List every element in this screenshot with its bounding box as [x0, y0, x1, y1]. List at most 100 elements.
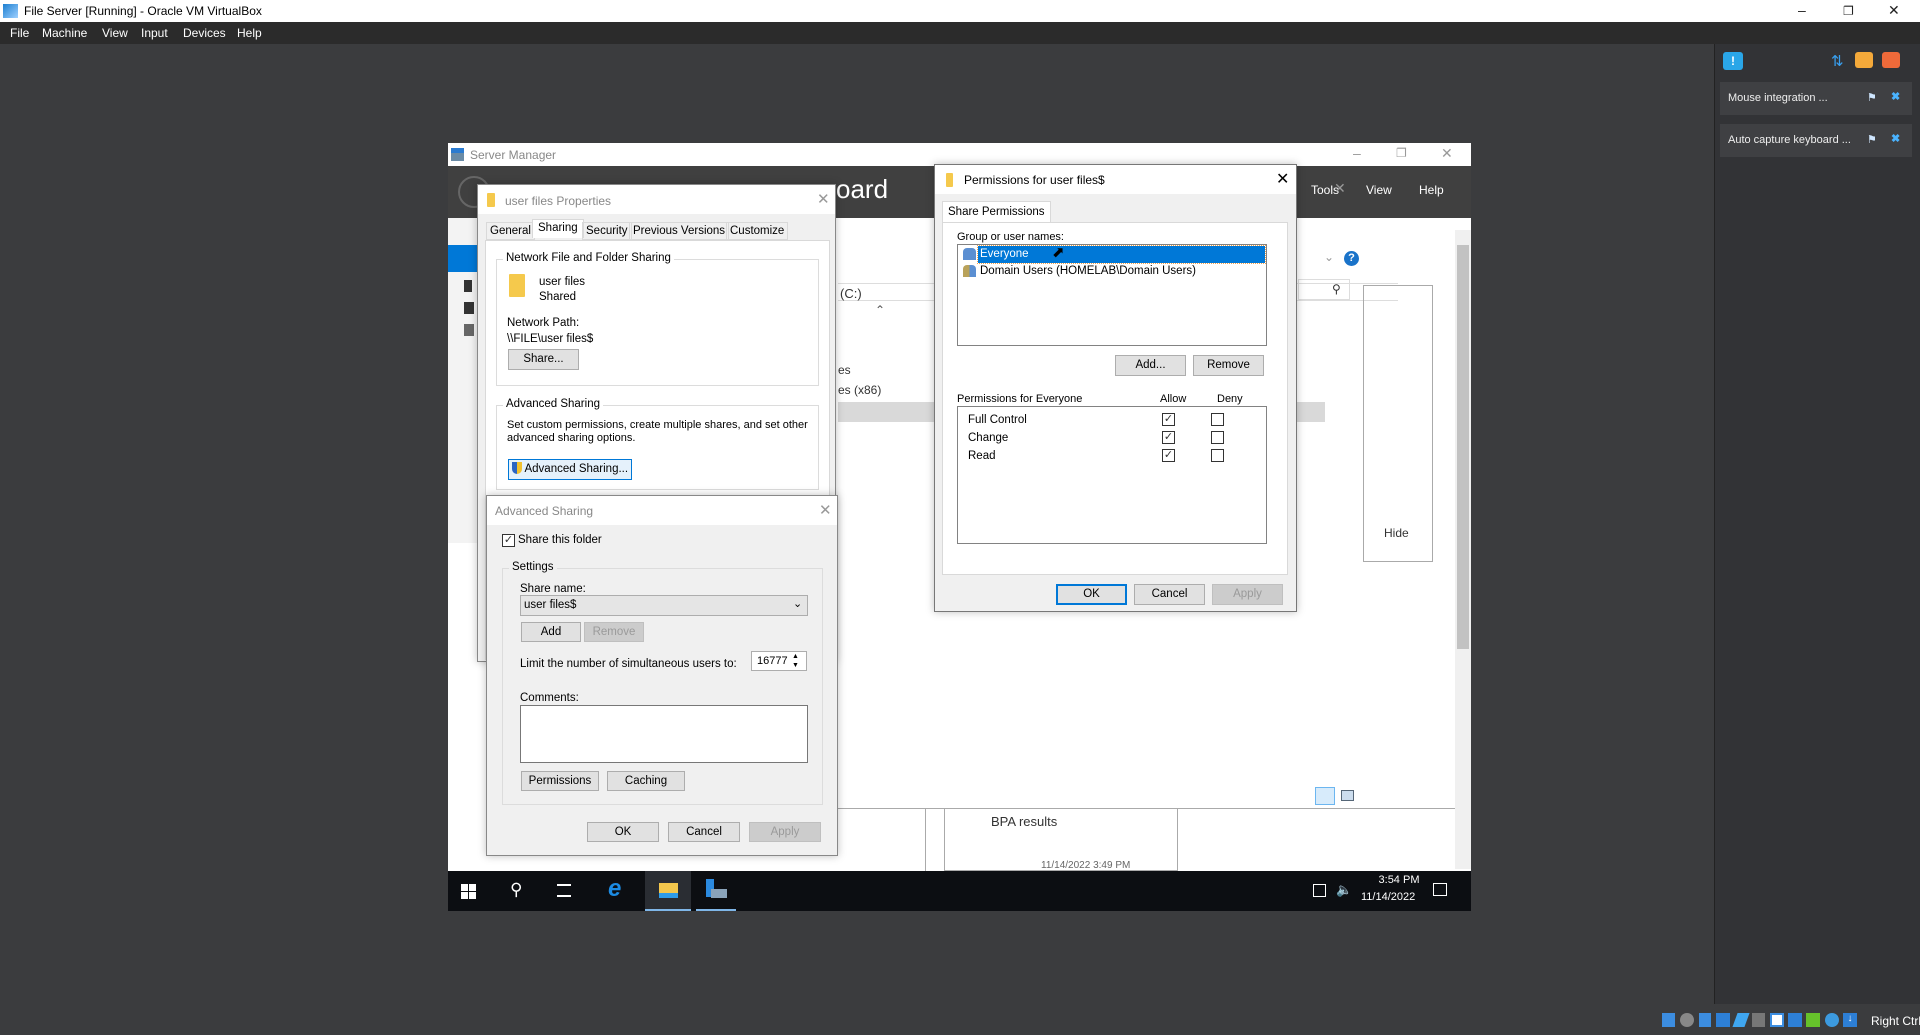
notification-auto-capture[interactable]: Auto capture keyboard ... ⚑ ✖ — [1720, 124, 1912, 157]
sm-close-button[interactable]: ✕ — [1441, 145, 1453, 162]
vm-screen[interactable]: Server Manager – ❐ ✕ oard Tools View Hel… — [448, 143, 1471, 911]
cpu-icon[interactable] — [1806, 1013, 1820, 1027]
menu-help[interactable]: Help — [1419, 183, 1444, 197]
user-row-domain-users[interactable]: Domain Users (HOMELAB\Domain Users) — [958, 263, 1266, 280]
display-icon[interactable] — [1770, 1013, 1784, 1027]
minimize-button[interactable]: – — [1798, 2, 1806, 18]
all-servers-nav-icon[interactable] — [464, 302, 474, 314]
ok-button[interactable]: OK — [1056, 584, 1127, 605]
usb-icon[interactable] — [1732, 1013, 1750, 1027]
menu-view[interactable]: View — [102, 26, 128, 40]
remove-share-button[interactable]: Remove — [584, 622, 644, 642]
menu-input[interactable]: Input — [141, 26, 168, 40]
folder-state: Shared — [539, 291, 577, 303]
panel-close-icon[interactable]: ✕ — [1334, 180, 1346, 197]
chevron-down-icon[interactable]: ⌄ — [1324, 250, 1334, 264]
permissions-button[interactable]: Permissions — [521, 771, 599, 791]
recording-icon[interactable] — [1788, 1013, 1802, 1027]
menu-help[interactable]: Help — [237, 26, 262, 40]
help-icon[interactable]: ? — [1344, 251, 1359, 266]
properties-close-button[interactable]: ✕ — [817, 190, 830, 208]
dashboard-nav-icon[interactable] — [448, 245, 478, 272]
internet-explorer-icon[interactable]: e — [608, 875, 621, 903]
advanced-close-button[interactable]: ✕ — [819, 501, 832, 519]
cancel-button[interactable]: Cancel — [668, 822, 740, 842]
scrollbar-thumb[interactable] — [1457, 245, 1469, 649]
notification-icon[interactable]: ! — [1723, 52, 1743, 70]
add-share-button[interactable]: Add — [521, 622, 581, 642]
volume-muted-icon[interactable]: 🔈 — [1336, 882, 1352, 898]
network-warning-icon[interactable] — [1313, 884, 1326, 897]
keyboard-capture-icon[interactable]: ↓ — [1843, 1013, 1857, 1027]
tab-sharing[interactable]: Sharing — [532, 219, 584, 238]
hard-disk-icon[interactable] — [1662, 1013, 1675, 1027]
allow-checkbox[interactable]: ✓ — [1162, 413, 1175, 426]
collapse-icon[interactable]: ⌃ — [875, 303, 885, 317]
mark-read-icon[interactable] — [1855, 52, 1873, 68]
share-button[interactable]: Share... — [508, 349, 579, 370]
sort-icon[interactable]: ⇅ — [1831, 52, 1844, 70]
clock-time[interactable]: 3:54 PM — [1369, 874, 1429, 886]
tab-customize[interactable]: Customize — [726, 222, 789, 240]
action-center-icon[interactable] — [1433, 883, 1447, 896]
user-limit-spinner[interactable]: 16777 ▲ ▼ — [751, 651, 807, 671]
audio-icon[interactable] — [1699, 1013, 1711, 1027]
notification-mouse-integration[interactable]: Mouse integration ... ⚑ ✖ — [1720, 82, 1912, 115]
advanced-sharing-button[interactable]: Advanced Sharing... — [508, 459, 632, 480]
close-icon[interactable]: ✖ — [1891, 90, 1900, 103]
list-view-icon[interactable] — [1315, 787, 1335, 805]
close-button[interactable]: ✕ — [1888, 2, 1900, 19]
cancel-button[interactable]: Cancel — [1134, 584, 1205, 605]
start-icon[interactable] — [461, 884, 476, 899]
tab-general[interactable]: General — [486, 222, 535, 240]
user-row-everyone[interactable]: Everyone — [958, 245, 1266, 264]
share-folder-checkbox[interactable]: ✓ — [502, 534, 515, 547]
share-name-combo[interactable]: user files$ ⌄ — [520, 595, 808, 616]
scrollbar[interactable] — [1455, 230, 1471, 869]
shared-folders-icon[interactable] — [1752, 1013, 1765, 1027]
sm-restore-button[interactable]: ❐ — [1396, 146, 1407, 160]
tab-share-permissions[interactable]: Share Permissions — [942, 201, 1051, 222]
apply-button[interactable]: Apply — [1212, 584, 1283, 605]
optical-drive-icon[interactable] — [1680, 1013, 1694, 1027]
tile-view-icon[interactable] — [1341, 790, 1354, 801]
tab-previous-versions[interactable]: Previous Versions — [629, 222, 730, 240]
list-item[interactable]: es (x86) — [838, 383, 881, 397]
deny-checkbox[interactable] — [1211, 413, 1224, 426]
remove-user-button[interactable]: Remove — [1193, 355, 1264, 376]
menu-file[interactable]: File — [10, 26, 29, 40]
close-icon[interactable]: ✖ — [1891, 132, 1900, 145]
spinner-arrows-icon[interactable]: ▲ ▼ — [792, 652, 799, 670]
search-icon[interactable]: ⚲ — [510, 880, 522, 900]
allow-checkbox[interactable]: ✓ — [1162, 449, 1175, 462]
tab-security[interactable]: Security — [582, 222, 632, 240]
file-explorer-button[interactable] — [645, 871, 691, 911]
mouse-integration-icon[interactable] — [1825, 1013, 1839, 1027]
deny-checkbox[interactable] — [1211, 431, 1224, 444]
comments-textarea[interactable] — [520, 705, 808, 763]
ok-button[interactable]: OK — [587, 822, 659, 842]
server-manager-taskbar-button[interactable] — [696, 871, 736, 911]
hide-button[interactable]: Hide — [1384, 526, 1409, 540]
menu-view[interactable]: View — [1366, 183, 1392, 197]
apply-button[interactable]: Apply — [749, 822, 821, 842]
search-box[interactable]: ⚲ — [1298, 279, 1350, 300]
menu-machine[interactable]: Machine — [42, 26, 87, 40]
local-server-nav-icon[interactable] — [464, 280, 472, 292]
allow-checkbox[interactable]: ✓ — [1162, 431, 1175, 444]
restore-button[interactable]: ❐ — [1843, 4, 1854, 18]
dismiss-all-icon[interactable] — [1882, 52, 1900, 68]
pin-icon[interactable]: ⚑ — [1867, 91, 1877, 104]
deny-checkbox[interactable] — [1211, 449, 1224, 462]
caching-button[interactable]: Caching — [607, 771, 685, 791]
sm-minimize-button[interactable]: – — [1353, 145, 1361, 161]
pin-icon[interactable]: ⚑ — [1867, 133, 1877, 146]
menu-devices[interactable]: Devices — [183, 26, 226, 40]
list-item[interactable]: es — [838, 363, 851, 377]
clock-date[interactable]: 11/14/2022 — [1361, 891, 1415, 903]
permissions-close-button[interactable]: ✕ — [1276, 169, 1289, 189]
file-services-nav-icon[interactable] — [464, 324, 474, 336]
add-user-button[interactable]: Add... — [1115, 355, 1186, 376]
task-view-icon[interactable] — [557, 884, 571, 897]
network-icon[interactable] — [1716, 1013, 1730, 1027]
